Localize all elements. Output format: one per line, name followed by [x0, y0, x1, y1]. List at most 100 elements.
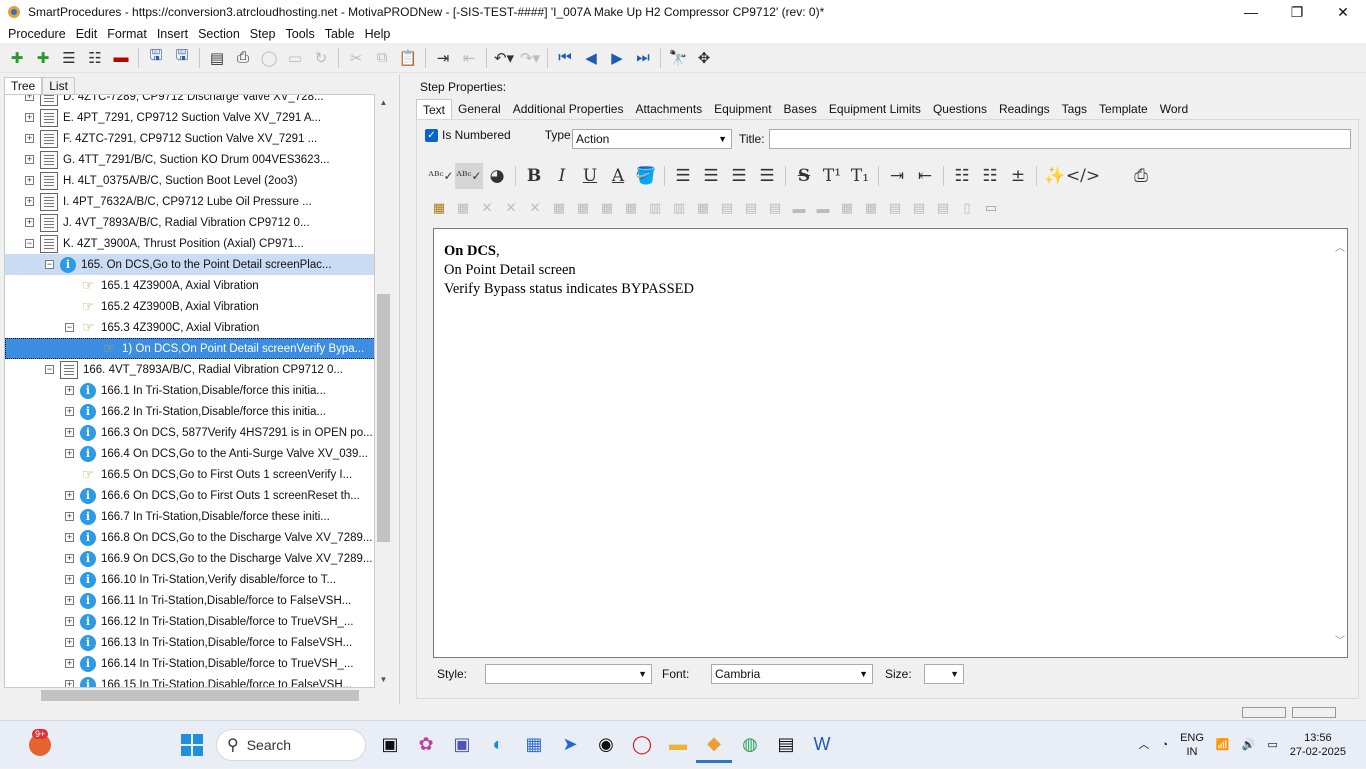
type-select[interactable]: Action ▼ [572, 129, 732, 149]
outdent-icon[interactable]: ⇤ [456, 45, 482, 71]
tab-template[interactable]: Template [1093, 99, 1154, 119]
menu-table[interactable]: Table [320, 27, 360, 41]
size-select[interactable]: ▼ [924, 664, 964, 684]
title-input[interactable] [769, 129, 1351, 149]
hscroll-thumb[interactable] [41, 690, 359, 701]
table-tool-icon[interactable]: ▦ [859, 197, 883, 219]
menu-format[interactable]: Format [102, 27, 152, 41]
justify-icon[interactable]: ☰ [753, 163, 781, 189]
menu-insert[interactable]: Insert [152, 27, 193, 41]
expand-icon[interactable]: + [65, 491, 74, 500]
collapse-icon[interactable]: − [25, 239, 34, 248]
minimize-button[interactable]: — [1228, 0, 1274, 24]
table-tool-icon[interactable]: ▦ [691, 197, 715, 219]
find-icon[interactable]: 🔭 [665, 45, 691, 71]
copy-icon[interactable]: ⧉ [369, 45, 395, 71]
tab-bases[interactable]: Bases [778, 99, 823, 119]
tab-additional-properties[interactable]: Additional Properties [507, 99, 630, 119]
teams-icon[interactable]: ▣ [444, 727, 480, 763]
tab-list[interactable]: List [42, 77, 75, 95]
expand-icon[interactable]: + [25, 176, 34, 185]
bullet-list-icon[interactable]: ☷ [948, 163, 976, 189]
table-tool-icon[interactable]: ▥ [667, 197, 691, 219]
file-explorer-icon[interactable]: ▬ [660, 727, 696, 763]
next-icon[interactable]: ▶ [604, 45, 630, 71]
tree-row[interactable]: − K. 4ZT_3900A, Thrust Position (Axial) C… [5, 233, 374, 254]
menu-tools[interactable]: Tools [281, 27, 320, 41]
editor-scrollbar[interactable]: ︿ ﹀ [1333, 229, 1347, 657]
tree-row[interactable]: + i 166.10 In Tri-Station,Verify disable/f… [5, 569, 374, 590]
expand-icon[interactable]: + [25, 113, 34, 122]
table-tool-icon[interactable]: ▦ [547, 197, 571, 219]
table-tool-icon[interactable]: ▤ [883, 197, 907, 219]
menu-help[interactable]: Help [360, 27, 396, 41]
table-tool-icon[interactable]: ▦ [451, 197, 475, 219]
preview-icon[interactable]: ▤ [204, 45, 230, 71]
expand-icon[interactable]: + [65, 407, 74, 416]
list-outline-icon[interactable]: ☷ [82, 45, 108, 71]
smartprocedures-taskbar-icon[interactable]: ◆ [696, 727, 732, 763]
word-icon[interactable]: W [804, 727, 840, 763]
scroll-down-icon[interactable]: ﹀ [1335, 632, 1345, 647]
table-tool-icon[interactable]: ▦ [835, 197, 859, 219]
expand-icon[interactable]: + [65, 449, 74, 458]
italic-icon[interactable]: I [548, 163, 576, 189]
table-tool-icon[interactable]: ✕ [523, 197, 547, 219]
list-icon[interactable]: ☰ [56, 45, 82, 71]
tree-row[interactable]: + J. 4VT_7893A/B/C, Radial Vibration CP97… [5, 212, 374, 233]
taskbar-search[interactable]: ⚲ Search [216, 728, 366, 761]
tab-tags[interactable]: Tags [1056, 99, 1093, 119]
tree-row[interactable]: − 166. 4VT_7893A/B/C, Radial Vibration CP… [5, 359, 374, 380]
chrome-icon[interactable]: ◍ [732, 727, 768, 763]
expand-icon[interactable]: + [65, 638, 74, 647]
table-tool-icon[interactable]: ▬ [811, 197, 835, 219]
align-left-icon[interactable]: ☰ [669, 163, 697, 189]
tree-row[interactable]: + F. 4ZTC-7291, CP9712 Suction Valve XV_7… [5, 128, 374, 149]
menu-edit[interactable]: Edit [71, 27, 103, 41]
table-tool-icon[interactable]: ▥ [643, 197, 667, 219]
language-indicator[interactable]: ENG IN [1174, 731, 1210, 759]
window-icon[interactable]: ▭ [282, 45, 308, 71]
widgets-icon[interactable]: 9+ [22, 727, 58, 763]
tree-horizontal-scrollbar[interactable] [4, 688, 375, 704]
tab-equipment[interactable]: Equipment [708, 99, 777, 119]
scroll-up-icon[interactable]: ▲ [375, 94, 392, 111]
store-icon[interactable]: ▦ [516, 727, 552, 763]
tree-row[interactable]: + i 166.9 On DCS,Go to the Discharge Valve… [5, 548, 374, 569]
tree-row[interactable]: + D. 4ZTC-7289, CP9712 Discharge Valve XV… [5, 95, 374, 107]
tree-row[interactable]: ☞ 166.5 On DCS,Go to First Outs 1 screenV… [5, 464, 374, 485]
decrease-indent-icon[interactable]: ⇤ [911, 163, 939, 189]
clock[interactable]: 13:56 27-02-2025 [1284, 731, 1352, 759]
tree-vertical-scrollbar[interactable]: ▲ ▼ [375, 94, 392, 688]
save-all-icon[interactable]: 🖫 [143, 45, 169, 71]
expand-icon[interactable]: + [65, 659, 74, 668]
expand-icon[interactable]: + [25, 197, 34, 206]
table-tool-icon[interactable]: ▤ [715, 197, 739, 219]
is-numbered-checkbox[interactable]: ✓ [425, 128, 438, 142]
wifi-icon[interactable]: 📶 [1210, 738, 1236, 752]
print-icon[interactable]: ⎙ [230, 45, 256, 71]
undo-icon[interactable]: ↶▾ [491, 45, 517, 71]
expand-icon[interactable]: + [25, 218, 34, 227]
table-tool-icon[interactable]: ▭ [979, 197, 1003, 219]
tree-row[interactable]: + i 166.6 On DCS,Go to First Outs 1 screen… [5, 485, 374, 506]
align-center-icon[interactable]: ☰ [697, 163, 725, 189]
expand-icon[interactable]: + [25, 134, 34, 143]
opera-icon[interactable]: ◯ [624, 727, 660, 763]
refresh-icon[interactable]: ◯ [256, 45, 282, 71]
expand-icon[interactable]: + [25, 155, 34, 164]
tree-row[interactable]: + i 166.7 In Tri-Station,Disable/force the… [5, 506, 374, 527]
expand-icon[interactable]: + [65, 554, 74, 563]
table-tool-icon[interactable]: ▤ [763, 197, 787, 219]
expand-icon[interactable]: + [65, 596, 74, 605]
copilot-icon[interactable]: ✿ [408, 727, 444, 763]
table-tool-icon[interactable]: ▤ [931, 197, 955, 219]
collapse-icon[interactable]: − [45, 260, 54, 269]
superscript-icon[interactable]: T¹ [818, 163, 846, 189]
add-icon[interactable]: ✚ [4, 45, 30, 71]
table-tool-icon[interactable]: ▦ [595, 197, 619, 219]
tree-row[interactable]: + i 166.13 In Tri-Station,Disable/force to… [5, 632, 374, 653]
paste-icon[interactable]: 📋 [395, 45, 421, 71]
tree-row[interactable]: + i 166.3 On DCS, 5877Verify 4HS7291 is in… [5, 422, 374, 443]
edge-icon[interactable]: ◐ [480, 727, 516, 763]
